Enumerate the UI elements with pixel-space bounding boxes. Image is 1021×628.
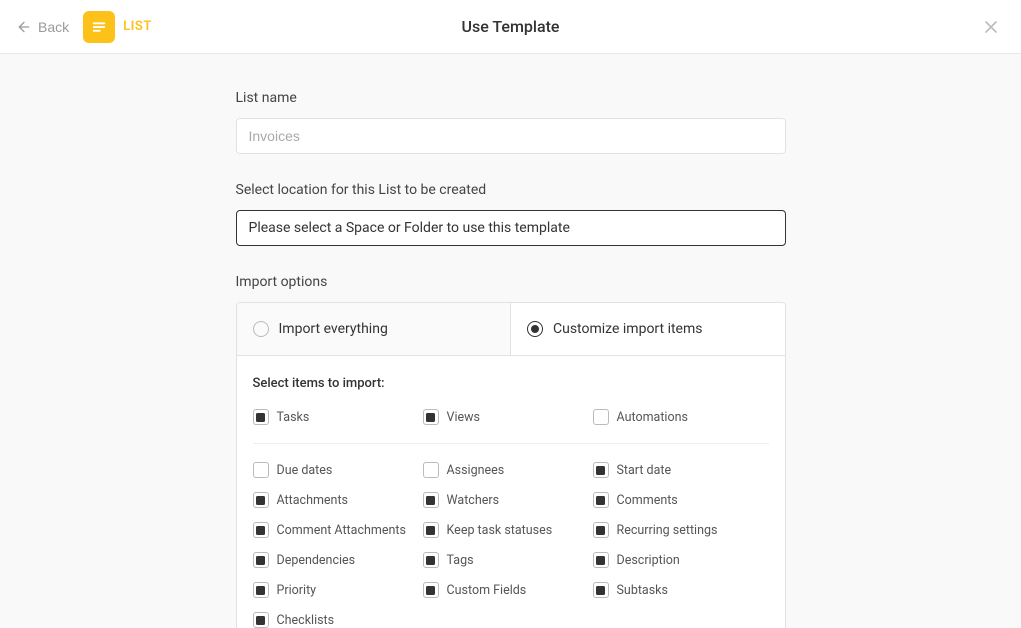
location-label: Select location for this List to be crea… — [236, 182, 786, 198]
checkbox-icon — [253, 462, 269, 478]
select-items-label: Select items to import: — [253, 376, 769, 391]
modal-header: Back LIST Use Template — [0, 0, 1021, 54]
form-content: List name Select location for this List … — [236, 54, 786, 628]
radio-label: Import everything — [279, 321, 388, 337]
radio-circle-icon — [253, 321, 269, 337]
list-name-label: List name — [236, 90, 786, 106]
checkbox-item[interactable]: Attachments — [253, 492, 423, 508]
checkbox-label: Comments — [617, 493, 678, 508]
checkbox-label: Due dates — [277, 463, 333, 478]
checkbox-item[interactable]: Views — [423, 409, 593, 425]
checkbox-item[interactable]: Assignees — [423, 462, 593, 478]
import-options-label: Import options — [236, 274, 786, 290]
checkbox-icon — [593, 582, 609, 598]
checkbox-label: Description — [617, 553, 680, 568]
checkbox-item[interactable]: Tags — [423, 552, 593, 568]
checkbox-label: Keep task statuses — [447, 523, 553, 538]
checkbox-item[interactable]: Dependencies — [253, 552, 423, 568]
modal-body: List name Select location for this List … — [0, 54, 1021, 628]
checkbox-item[interactable]: Keep task statuses — [423, 522, 593, 538]
radio-customize-import[interactable]: Customize import items — [511, 303, 785, 355]
checkbox-icon — [593, 409, 609, 425]
checkbox-icon — [593, 552, 609, 568]
list-icon — [83, 11, 115, 43]
checkbox-item[interactable]: Start date — [593, 462, 763, 478]
checkbox-label: Subtasks — [617, 583, 668, 598]
checkbox-icon — [253, 522, 269, 538]
back-label: Back — [38, 19, 69, 35]
checkbox-icon — [253, 552, 269, 568]
checkbox-icon — [253, 582, 269, 598]
checkbox-icon — [253, 409, 269, 425]
checkbox-label: Start date — [617, 463, 672, 478]
radio-circle-icon — [527, 321, 543, 337]
checkbox-label: Watchers — [447, 493, 500, 508]
close-icon — [981, 17, 1001, 37]
checkbox-icon — [253, 492, 269, 508]
list-badge: LIST — [83, 11, 152, 43]
arrow-left-icon — [16, 19, 32, 35]
checkbox-label: Views — [447, 410, 480, 425]
checkbox-icon — [593, 462, 609, 478]
bottom-checkbox-grid: Due dates Assignees Start date Attachments W… — [253, 462, 769, 628]
location-placeholder: Please select a Space or Folder to use t… — [249, 220, 570, 236]
back-button[interactable]: Back — [16, 19, 69, 35]
checkbox-icon — [423, 462, 439, 478]
checkbox-label: Dependencies — [277, 553, 356, 568]
list-name-group: List name — [236, 90, 786, 154]
checkbox-label: Attachments — [277, 493, 349, 508]
modal-title: Use Template — [462, 17, 560, 36]
location-select[interactable]: Please select a Space or Folder to use t… — [236, 210, 786, 246]
radio-label: Customize import items — [553, 321, 702, 337]
checkbox-icon — [423, 492, 439, 508]
checkbox-label: Tasks — [277, 410, 310, 425]
checkbox-item[interactable]: Watchers — [423, 492, 593, 508]
import-items-panel: Select items to import: Tasks Views Automa… — [236, 356, 786, 628]
checkbox-label: Recurring settings — [617, 523, 718, 538]
checkbox-icon — [593, 492, 609, 508]
checkbox-icon — [423, 522, 439, 538]
checkbox-label: Comment Attachments — [277, 523, 406, 538]
radio-dot-icon — [531, 325, 539, 333]
checkbox-item[interactable]: Custom Fields — [423, 582, 593, 598]
checkbox-item[interactable]: Checklists — [253, 612, 423, 628]
checkbox-item[interactable]: Tasks — [253, 409, 423, 425]
checkbox-item[interactable]: Automations — [593, 409, 763, 425]
checkbox-item[interactable]: Due dates — [253, 462, 423, 478]
checkbox-label: Custom Fields — [447, 583, 527, 598]
close-button[interactable] — [977, 13, 1005, 41]
checkbox-icon — [253, 612, 269, 628]
checkbox-item[interactable]: Subtasks — [593, 582, 763, 598]
top-checkbox-grid: Tasks Views Automations — [253, 409, 769, 444]
checkbox-icon — [593, 522, 609, 538]
location-group: Select location for this List to be crea… — [236, 182, 786, 246]
checkbox-label: Checklists — [277, 613, 335, 628]
checkbox-item[interactable]: Recurring settings — [593, 522, 763, 538]
checkbox-item[interactable]: Description — [593, 552, 763, 568]
checkbox-icon — [423, 552, 439, 568]
checkbox-label: Tags — [447, 553, 474, 568]
import-mode-radio-group: Import everything Customize import items — [236, 302, 786, 356]
checkbox-label: Priority — [277, 583, 317, 598]
import-options-group: Import options Import everything Customi… — [236, 274, 786, 628]
radio-import-everything[interactable]: Import everything — [237, 303, 512, 355]
list-badge-label: LIST — [123, 19, 152, 34]
checkbox-label: Automations — [617, 410, 688, 425]
checkbox-item[interactable]: Comments — [593, 492, 763, 508]
checkbox-icon — [423, 582, 439, 598]
checkbox-label: Assignees — [447, 463, 505, 478]
checkbox-item[interactable]: Priority — [253, 582, 423, 598]
list-name-input[interactable] — [236, 118, 786, 154]
checkbox-icon — [423, 409, 439, 425]
checkbox-item[interactable]: Comment Attachments — [253, 522, 423, 538]
